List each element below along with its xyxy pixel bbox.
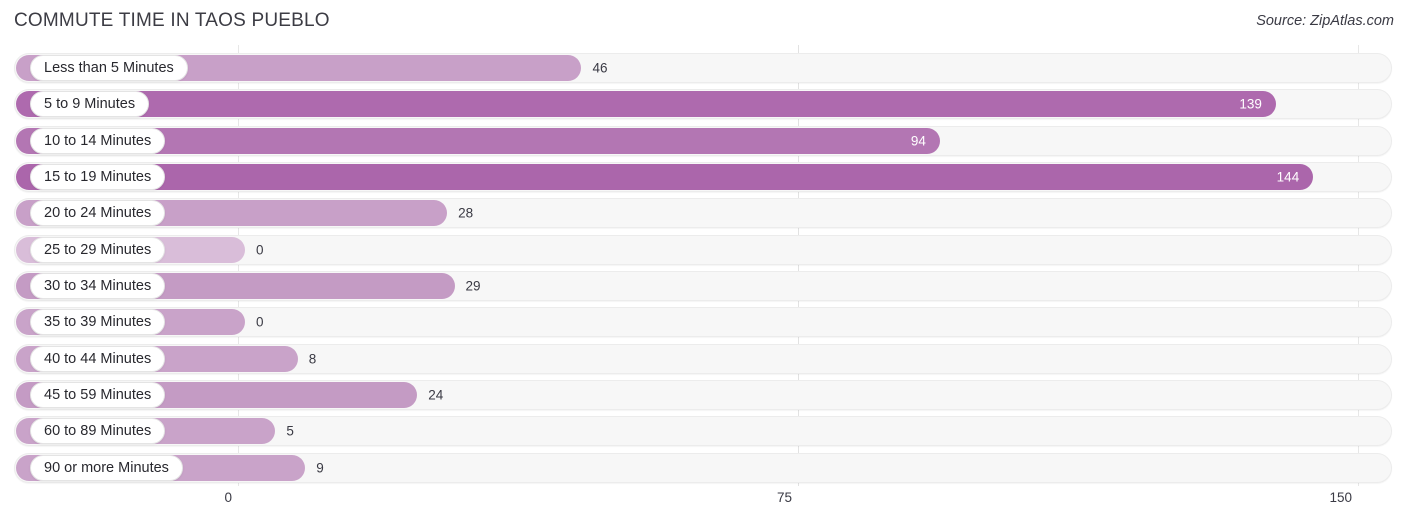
bar-category-text: 35 to 39 Minutes	[44, 314, 152, 331]
bar-category-label: 15 to 19 Minutes	[30, 163, 166, 190]
bar-category-text: 30 to 34 Minutes	[44, 277, 152, 294]
bar-category-text: 40 to 44 Minutes	[44, 350, 152, 367]
bar-fill	[16, 91, 1276, 118]
bar-category-label: 90 or more Minutes	[30, 454, 183, 481]
bar-category-label: 10 to 14 Minutes	[30, 127, 166, 154]
x-axis: 0 75 150	[0, 488, 1406, 518]
bar-value-label: 24	[428, 387, 444, 403]
bar-row[interactable]: 60 to 89 Minutes 5	[0, 416, 1406, 447]
bar-category-label: 20 to 24 Minutes	[30, 200, 166, 227]
bar-category-text: 60 to 89 Minutes	[44, 423, 152, 440]
bar-category-text: 90 or more Minutes	[44, 459, 169, 476]
bar-category-label: 40 to 44 Minutes	[30, 345, 166, 372]
bar-row[interactable]: 25 to 29 Minutes 0	[0, 234, 1406, 265]
bar-row[interactable]: Less than 5 Minutes 46	[0, 53, 1406, 83]
bar-category-text: 20 to 24 Minutes	[44, 205, 152, 222]
bar-value-label: 28	[458, 205, 474, 221]
bar-category-label: 25 to 29 Minutes	[30, 236, 166, 263]
bar-category-text: 5 to 9 Minutes	[44, 96, 136, 113]
axis-tick-75: 75	[776, 490, 792, 505]
plot-area: Less than 5 Minutes 46 5 to 9 Minutes 139 10…	[0, 45, 1406, 488]
bar-value-label: 0	[256, 242, 264, 258]
bar-row[interactable]: 35 to 39 Minutes 0	[0, 307, 1406, 338]
bar-value-label: 5	[286, 423, 294, 439]
bar-value-label: 46	[592, 60, 608, 76]
axis-tick-0: 0	[224, 490, 232, 505]
source-attribution: Source: ZipAtlas.com	[1256, 13, 1394, 29]
chart-container: COMMUTE TIME IN TAOS PUEBLO Source: ZipA…	[0, 0, 1406, 523]
bar-row[interactable]: 15 to 19 Minutes 144	[0, 161, 1406, 192]
bar-row[interactable]: 20 to 24 Minutes 28	[0, 198, 1406, 229]
axis-tick-150: 150	[1329, 490, 1352, 505]
bar-row[interactable]: 90 or more Minutes 9	[0, 452, 1406, 483]
bar-category-text: 25 to 29 Minutes	[44, 241, 152, 258]
bar-row[interactable]: 30 to 34 Minutes 29	[0, 270, 1406, 301]
bar-category-label: Less than 5 Minutes	[30, 55, 188, 81]
bar-category-text: 10 to 14 Minutes	[44, 132, 152, 149]
bar-category-label: 35 to 39 Minutes	[30, 309, 166, 336]
bar-row[interactable]: 40 to 44 Minutes 8	[0, 343, 1406, 374]
bar-value-label: 144	[1276, 169, 1300, 185]
bar-category-text: 45 to 59 Minutes	[44, 386, 152, 403]
bar-value-label: 9	[316, 460, 324, 476]
bar-category-label: 45 to 59 Minutes	[30, 381, 166, 408]
bar-category-text: 15 to 19 Minutes	[44, 168, 152, 185]
bar-value-label: 29	[465, 278, 481, 294]
bar-category-text: Less than 5 Minutes	[44, 60, 174, 76]
bar-row[interactable]: 10 to 14 Minutes 94	[0, 125, 1406, 156]
bar-value-label: 94	[910, 133, 926, 149]
bar-value-label: 139	[1239, 96, 1262, 112]
bar-value-label: 8	[308, 351, 317, 367]
bar-fill	[16, 163, 1314, 190]
page-title: COMMUTE TIME IN TAOS PUEBLO	[14, 10, 330, 31]
bar-category-label: 60 to 89 Minutes	[30, 418, 166, 445]
bar-row[interactable]: 45 to 59 Minutes 24	[0, 379, 1406, 410]
bar-category-label: 30 to 34 Minutes	[30, 272, 166, 299]
bar-value-label: 0	[256, 314, 264, 330]
bar-row[interactable]: 5 to 9 Minutes 139	[0, 89, 1406, 120]
bar-category-label: 5 to 9 Minutes	[30, 91, 150, 118]
